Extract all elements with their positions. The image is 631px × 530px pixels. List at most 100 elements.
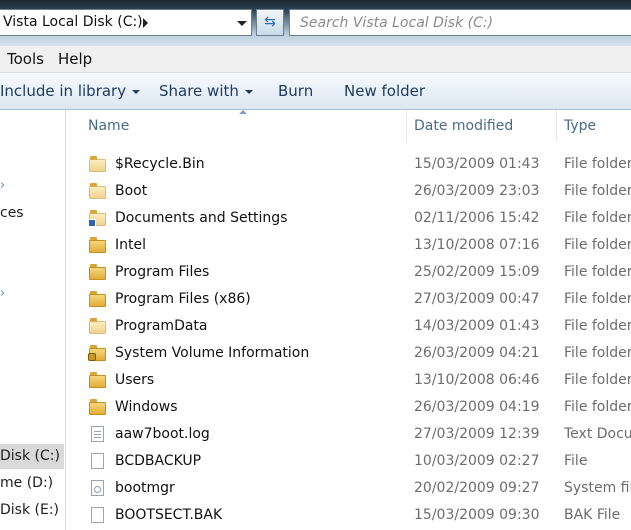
- column-header-date-modified[interactable]: Date modified: [414, 118, 513, 134]
- new-folder-button[interactable]: New folder: [344, 82, 425, 100]
- file-date-modified: 10/03/2009 02:27: [414, 453, 540, 469]
- table-row[interactable]: Program Files 25/02/2009 15:09 File folder: [66, 260, 631, 287]
- file-date-modified: 13/10/2008 06:46: [414, 372, 540, 388]
- file-date-modified: 14/03/2009 01:43: [414, 318, 540, 334]
- file-name: BOOTSECT.BAK: [115, 507, 223, 523]
- include-in-library-label: Include in library: [0, 82, 127, 100]
- file-type: File folder: [564, 318, 631, 334]
- table-row[interactable]: BCDBACKUP 10/03/2009 02:27 File: [66, 449, 631, 476]
- file-date-modified: 25/02/2009 15:09: [414, 264, 540, 280]
- table-row[interactable]: Windows 26/03/2009 04:19 File folder: [66, 395, 631, 422]
- text-document-icon: [89, 426, 107, 442]
- share-with-button[interactable]: Share with: [159, 82, 253, 100]
- system-file-icon: [89, 480, 107, 496]
- menu-help[interactable]: Help: [58, 50, 92, 68]
- nav-item-partial[interactable]: ces: [0, 205, 24, 221]
- menu-tools[interactable]: Tools: [7, 50, 44, 68]
- file-name: BCDBACKUP: [115, 453, 202, 469]
- file-type: File folder: [564, 399, 631, 415]
- table-row[interactable]: System Volume Information 26/03/2009 04:2…: [66, 341, 631, 368]
- column-header-name[interactable]: Name: [88, 118, 129, 134]
- file-type: File folder: [564, 264, 631, 280]
- table-row[interactable]: $Recycle.Bin 15/03/2009 01:43 File folder: [66, 152, 631, 179]
- file-type: File folder: [564, 291, 631, 307]
- nav-expander-icon[interactable]: ›: [0, 178, 5, 193]
- folder-light-icon: [89, 318, 107, 334]
- file-type: File folder: [564, 210, 631, 226]
- column-divider[interactable]: [556, 110, 557, 142]
- navigation-pane[interactable]: › ces › Disk (C:) me (D:) Disk (E:): [0, 110, 66, 530]
- file-date-modified: 27/03/2009 12:39: [414, 426, 540, 442]
- address-bar-area: Vista Local Disk (C:) ⇆ Search Vista Loc…: [0, 0, 631, 46]
- nav-item-disk-e[interactable]: Disk (E:): [0, 502, 59, 518]
- folder-icon: [89, 264, 107, 280]
- sort-ascending-icon: [239, 110, 247, 114]
- menu-bar: Tools Help: [0, 46, 631, 73]
- include-in-library-button[interactable]: Include in library: [0, 82, 141, 100]
- folder-icon: [89, 291, 107, 307]
- file-date-modified: 02/11/2006 15:42: [414, 210, 540, 226]
- file-type: BAK File: [564, 507, 621, 523]
- file-name: Documents and Settings: [115, 210, 288, 226]
- folder-light-icon: [89, 183, 107, 199]
- table-row[interactable]: Boot 26/03/2009 23:03 File folder: [66, 179, 631, 206]
- table-row[interactable]: BOOTSECT.BAK 15/03/2009 09:30 BAK File: [66, 503, 631, 530]
- folder-icon: [89, 372, 107, 388]
- file-name: Program Files: [115, 264, 210, 280]
- address-history-dropdown-icon[interactable]: [237, 21, 247, 26]
- file-type: File folder: [564, 183, 631, 199]
- table-row[interactable]: Intel 13/10/2008 07:16 File folder: [66, 233, 631, 260]
- address-path[interactable]: Vista Local Disk (C:): [3, 14, 143, 30]
- folder-icon: [89, 237, 107, 253]
- file-type: File folder: [564, 345, 631, 361]
- column-divider[interactable]: [406, 110, 407, 142]
- refresh-icon: ⇆: [264, 14, 276, 30]
- table-row[interactable]: Documents and Settings 02/11/2006 15:42 Fi…: [66, 206, 631, 233]
- table-row[interactable]: aaw7boot.log 27/03/2009 12:39 Text Docu: [66, 422, 631, 449]
- nav-item-volume-d[interactable]: me (D:): [0, 475, 53, 491]
- file-type: System file: [564, 480, 631, 496]
- file-date-modified: 26/03/2009 23:03: [414, 183, 540, 199]
- chevron-down-icon: [132, 89, 141, 94]
- file-date-modified: 20/02/2009 09:27: [414, 480, 540, 496]
- table-row[interactable]: Users 13/10/2008 06:46 File folder: [66, 368, 631, 395]
- file-name: System Volume Information: [115, 345, 310, 361]
- burn-button[interactable]: Burn: [278, 82, 313, 100]
- file-type: File folder: [564, 237, 631, 253]
- table-row[interactable]: Program Files (x86) 27/03/2009 00:47 File …: [66, 287, 631, 314]
- file-date-modified: 26/03/2009 04:21: [414, 345, 540, 361]
- file-type: File folder: [564, 156, 631, 172]
- file-type: File: [564, 453, 588, 469]
- search-input[interactable]: Search Vista Local Disk (C:): [289, 9, 631, 36]
- file-date-modified: 15/03/2009 01:43: [414, 156, 540, 172]
- file-date-modified: 13/10/2008 07:16: [414, 237, 540, 253]
- folder-icon: [89, 399, 107, 415]
- address-bar[interactable]: Vista Local Disk (C:): [0, 9, 252, 36]
- file-name: Program Files (x86): [115, 291, 251, 307]
- file-list[interactable]: Name Date modified Type $Recycle.Bin 15/0…: [66, 110, 631, 530]
- column-header-row: Name Date modified Type: [66, 110, 631, 142]
- file-name: ProgramData: [115, 318, 208, 334]
- file-name: $Recycle.Bin: [115, 156, 205, 172]
- folder-locked-icon: [88, 345, 107, 361]
- file-name: Boot: [115, 183, 148, 199]
- table-row[interactable]: ProgramData 14/03/2009 01:43 File folder: [66, 314, 631, 341]
- chevron-down-icon: [244, 89, 253, 94]
- file-type: Text Docu: [564, 426, 631, 442]
- file-name: Windows: [115, 399, 178, 415]
- nav-expander-icon[interactable]: ›: [0, 286, 5, 301]
- file-type: File folder: [564, 372, 631, 388]
- file-date-modified: 15/03/2009 09:30: [414, 507, 540, 523]
- table-row[interactable]: bootmgr 20/02/2009 09:27 System file: [66, 476, 631, 503]
- search-placeholder: Search Vista Local Disk (C:): [300, 15, 494, 31]
- file-date-modified: 27/03/2009 00:47: [414, 291, 540, 307]
- column-header-type[interactable]: Type: [564, 118, 596, 134]
- command-bar: Include in library Share with Burn New f…: [0, 73, 631, 110]
- breadcrumb-chevron-icon[interactable]: [143, 18, 148, 28]
- file-icon: [89, 453, 107, 469]
- file-name: Users: [115, 372, 155, 388]
- nav-item-disk-c[interactable]: Disk (C:): [0, 448, 60, 464]
- file-icon: [89, 507, 107, 523]
- refresh-button[interactable]: ⇆: [256, 9, 284, 36]
- file-name: bootmgr: [115, 480, 175, 496]
